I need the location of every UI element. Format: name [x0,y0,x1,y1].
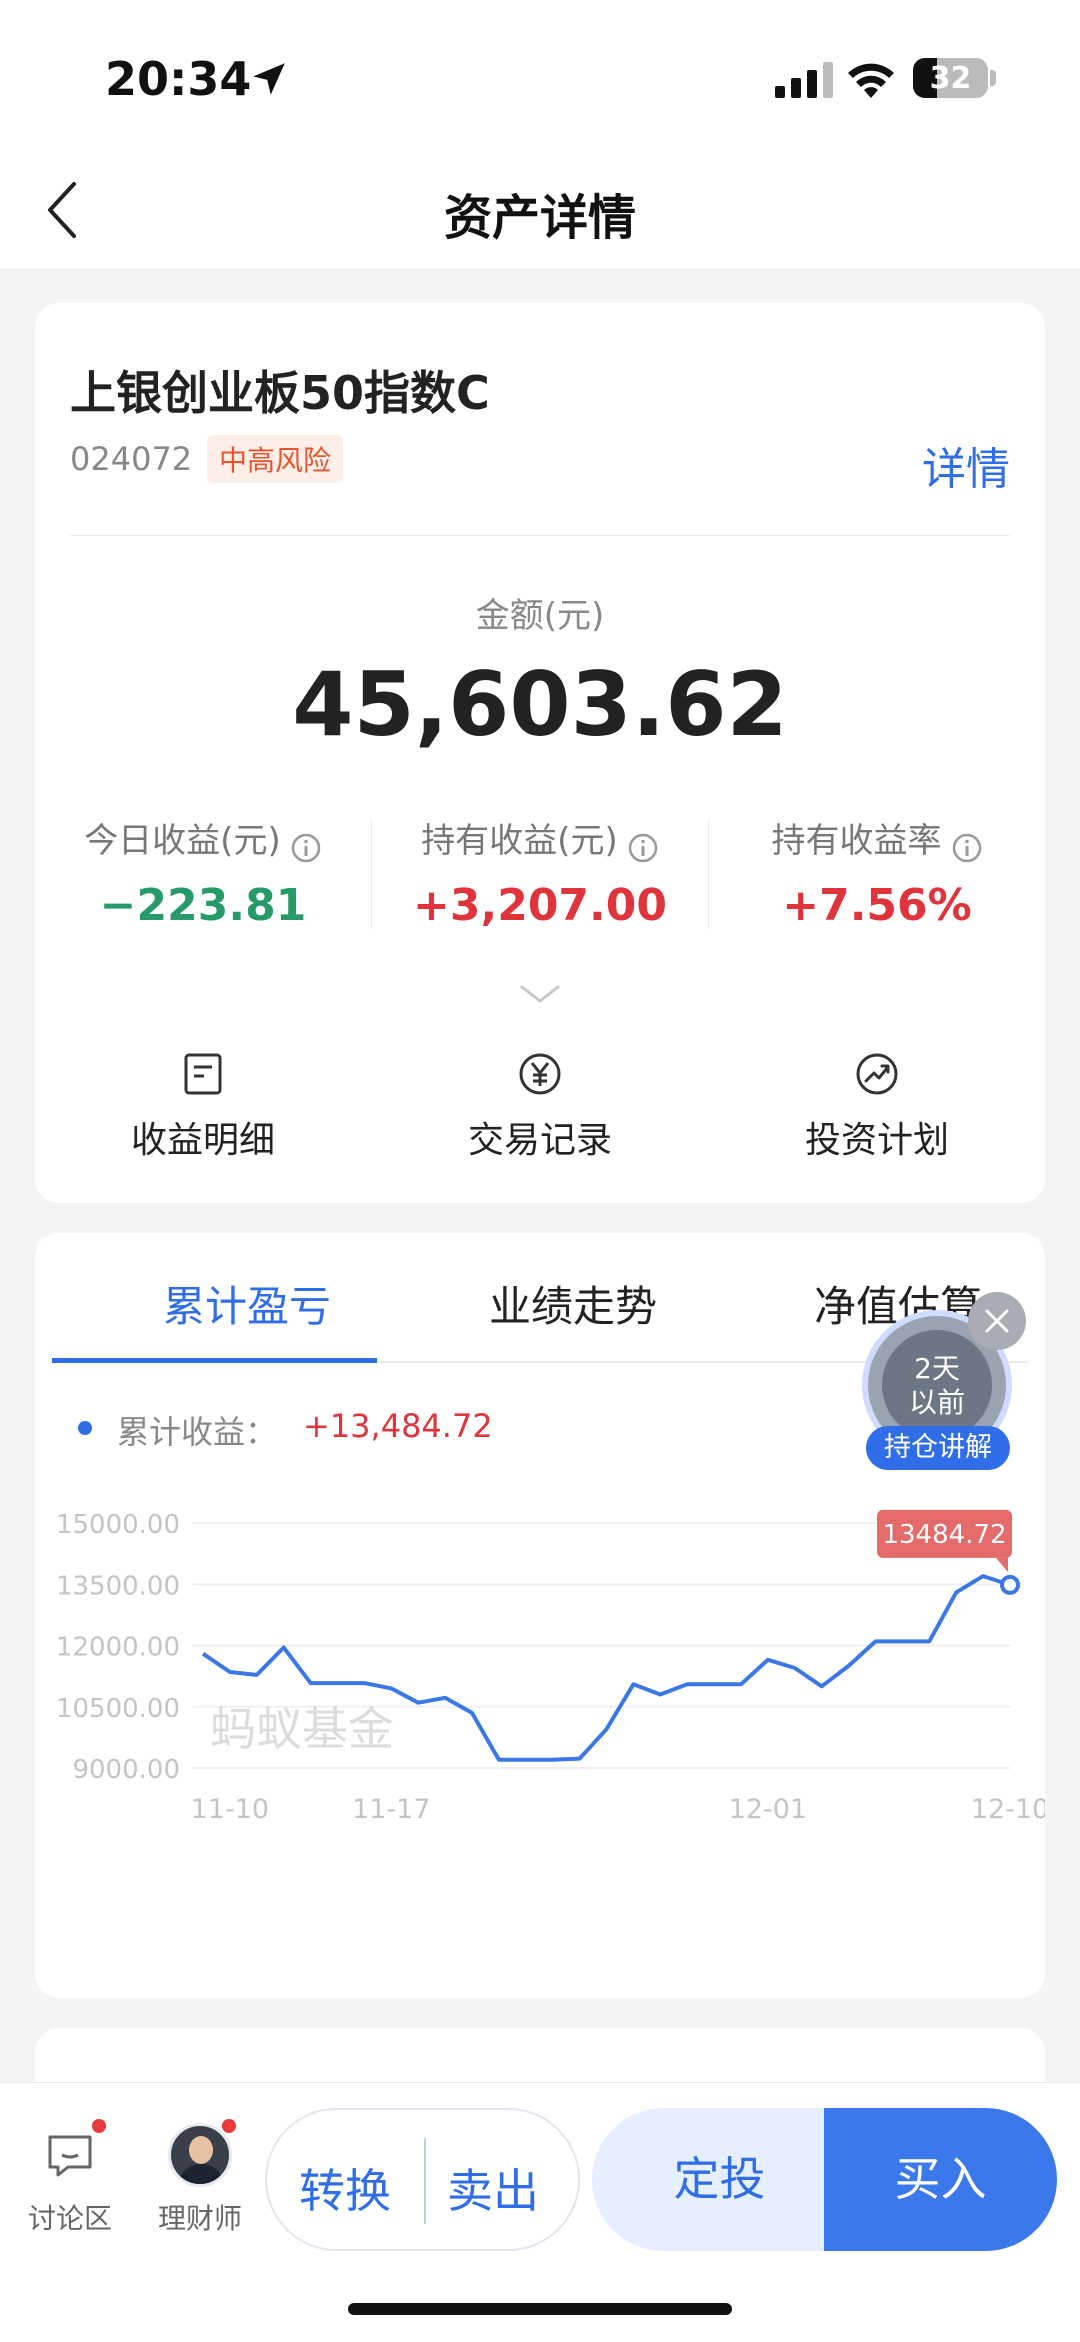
stat-label: 持有收益(元) [421,821,618,861]
widget-time-line2: 以前 [908,1386,965,1419]
y-tick-label: 10500.00 [56,1694,180,1724]
last-value-label: 13484.72 [882,1520,1006,1550]
stat-label: 今日收益(元) [84,821,281,861]
discuss-button[interactable]: 讨论区 [15,2119,125,2237]
home-indicator [348,2303,732,2315]
stat-today-profit: 今日收益(元) −223.81 [35,813,371,931]
last-point-marker [1000,1574,1020,1595]
location-arrow-icon [253,63,285,95]
notification-dot [222,2119,236,2133]
detail-link[interactable]: 详情 [922,433,1010,497]
action-trade-records[interactable]: 交易记录 [372,1051,708,1163]
divider [70,535,1010,536]
y-tick-label: 9000.00 [72,1755,180,1785]
advisor-label: 理财师 [157,2202,242,2235]
stat-value: −223.81 [99,879,307,931]
battery-cap [990,70,996,86]
avatar-face [189,2136,213,2164]
auto-invest-button[interactable]: 定投 [592,2108,847,2251]
battery-icon: 32 [913,58,988,98]
legend-dot [78,1421,92,1435]
discuss-icon-wrap [38,2119,106,2187]
avatar-shirt [177,2164,225,2184]
legend-label: 累计收益： [117,1413,278,1451]
risk-badge: 中高风险 [207,435,344,483]
cellular-signal-icon [775,62,833,98]
y-tick-label: 12000.00 [56,1633,180,1663]
watermark: 蚂蚁基金 [210,1702,394,1756]
stat-value: +3,207.00 [413,879,667,931]
info-icon[interactable] [290,832,322,864]
pill-divider [424,2138,426,2224]
stat-holding-rate: 持有收益率 +7.56% [709,813,1045,931]
fund-code: 024072 [70,440,193,478]
info-icon[interactable] [951,832,983,864]
widget-time-line1: 2天 [914,1352,960,1385]
tab-cumulative-profit[interactable]: 累计盈亏 [163,1273,331,1334]
stat-value: +7.56% [782,879,972,931]
document-icon [184,1053,222,1095]
close-icon [985,1309,1009,1333]
convert-button[interactable]: 转换 [299,2155,391,2221]
battery-percent: 32 [929,61,972,96]
action-investment-plan[interactable]: 投资计划 [709,1051,1045,1163]
page-title: 资产详情 [443,190,636,246]
fund-summary-card: 上银创业板50指数C 024072 中高风险 详情 金额(元) 45,603.6… [35,303,1045,1203]
x-tick-label: 12-10 [971,1794,1045,1825]
x-tick-label: 11-17 [352,1794,430,1825]
stat-label: 持有收益率 [771,821,942,861]
action-label: 投资计划 [804,1120,949,1161]
x-tick-label: 12-01 [729,1794,807,1825]
nav-bar: 资产详情 [0,150,1080,270]
holding-explain-badge[interactable]: 持仓讲解 [866,1426,1010,1470]
convert-sell-group: 转换 卖出 [265,2108,580,2251]
profit-line-chart[interactable]: 15000.00 13500.00 12000.00 10500.00 9000.00 蚂… [35,1483,1045,1973]
advisor-icon-wrap [168,2119,236,2187]
info-icon[interactable] [627,832,659,864]
y-tick-label: 13500.00 [56,1571,180,1601]
discuss-label: 讨论区 [27,2202,112,2235]
notification-dot [92,2119,106,2133]
advisor-button[interactable]: 理财师 [145,2119,255,2237]
fund-name: 上银创业板50指数C [70,366,490,420]
tab-performance-trend[interactable]: 业绩走势 [489,1273,657,1334]
sell-button[interactable]: 卖出 [447,2155,539,2221]
amount-label: 金额(元) [475,596,605,636]
status-bar: 20:34 32 [0,0,1080,150]
action-label: 收益明细 [130,1120,275,1161]
widget-close-button[interactable] [968,1292,1026,1350]
avatar [168,2123,232,2187]
action-profit-detail[interactable]: 收益明细 [35,1051,371,1163]
chat-icon [48,2135,92,2177]
amount-value: 45,603.62 [292,653,788,756]
legend-value: +13,484.72 [303,1407,493,1445]
status-time: 20:34 [105,52,252,106]
stat-holding-profit: 持有收益(元) +3,207.00 [372,813,708,931]
yen-icon [519,1053,561,1095]
last-value-tag-pointer [996,1557,1008,1572]
buy-button[interactable]: 买入 [824,2108,1057,2251]
wifi-icon [848,63,894,98]
chevron-down-icon[interactable] [518,983,562,1005]
action-label: 交易记录 [467,1120,612,1161]
growth-icon [856,1053,898,1095]
y-tick-label: 15000.00 [56,1510,180,1540]
widget-thumbnail: 2天 以前 [882,1330,992,1440]
x-tick-label: 11-10 [191,1794,269,1825]
widget-time: 2天 以前 [882,1352,992,1420]
tab-indicator [52,1358,377,1363]
